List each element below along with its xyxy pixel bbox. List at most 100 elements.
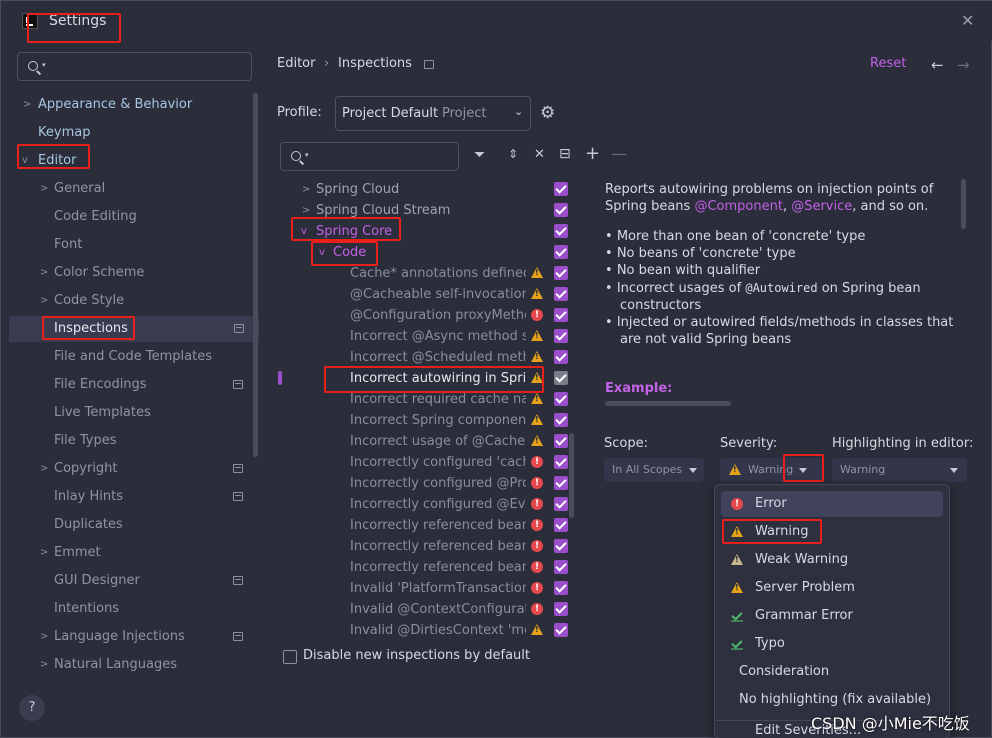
sidebar-item-natural-languages[interactable]: > Natural Languages <box>1 652 251 678</box>
inspection-row[interactable]: @Cacheable self-invocation <box>279 284 579 305</box>
tree-row-checkbox[interactable] <box>554 350 568 364</box>
sidebar-item-file-types[interactable]: File Types <box>1 428 251 454</box>
filter-icon[interactable]: ⏷ <box>474 147 485 163</box>
inspections-search-input[interactable]: ▾ <box>280 142 459 171</box>
inspection-row[interactable]: Incorrectly configured 'cachi! <box>279 452 579 473</box>
inspection-row[interactable]: Incorrect autowiring in Sprin <box>279 368 579 389</box>
sidebar-item-emmet[interactable]: > Emmet <box>1 540 251 566</box>
tree-scrollbar[interactable] <box>569 433 574 518</box>
reset-button[interactable]: Reset <box>870 56 906 71</box>
tree-row-checkbox[interactable] <box>554 413 568 427</box>
back-arrow-icon[interactable]: ← <box>931 56 944 74</box>
tree-row-checkbox[interactable] <box>554 308 568 322</box>
profile-select[interactable]: Project Default Project ⌄ <box>335 96 531 131</box>
tree-row-spring-core[interactable]: v Spring Core <box>279 221 579 242</box>
sidebar-item-code-editing[interactable]: Code Editing <box>1 204 251 230</box>
collapse-all-icon[interactable]: ✕ <box>534 147 545 162</box>
severity-option-grammar-error[interactable]: Grammar Error <box>721 603 943 629</box>
tree-row-spring-cloud[interactable]: > Spring Cloud <box>279 179 579 200</box>
inspection-row[interactable]: @Configuration proxyMetho! <box>279 305 579 326</box>
tree-row-checkbox[interactable] <box>554 245 568 259</box>
tree-row-checkbox[interactable] <box>554 266 568 280</box>
description-scrollbar[interactable] <box>961 179 966 229</box>
tree-row-code[interactable]: v Code <box>279 242 579 263</box>
sidebar-item-inlay-hints[interactable]: Inlay Hints <box>1 484 251 510</box>
inspection-row[interactable]: Incorrectly configured @Eve! <box>279 494 579 515</box>
sidebar-item-file-encodings[interactable]: File Encodings <box>1 372 251 398</box>
tree-row-checkbox[interactable] <box>554 476 568 490</box>
example-scrollbar[interactable] <box>605 401 731 406</box>
reset-to-default-icon[interactable]: ⊟ <box>559 146 571 162</box>
tree-row-checkbox[interactable] <box>554 623 568 637</box>
help-button[interactable]: ? <box>19 695 45 721</box>
tree-row-checkbox[interactable] <box>554 224 568 238</box>
sidebar-item-duplicates[interactable]: Duplicates <box>1 512 251 538</box>
sidebar-item-intentions[interactable]: Intentions <box>1 596 251 622</box>
inspection-row[interactable]: Invalid 'PlatformTransactionM! <box>279 578 579 599</box>
sidebar-item-code-style[interactable]: > Code Style <box>1 288 251 314</box>
sidebar-item-copyright[interactable]: > Copyright <box>1 456 251 482</box>
inspection-row[interactable]: Incorrectly referenced bean! <box>279 515 579 536</box>
severity-option-consideration[interactable]: Consideration <box>721 659 943 685</box>
tree-row-checkbox[interactable] <box>554 182 568 196</box>
tree-row-checkbox[interactable] <box>554 329 568 343</box>
inspection-row[interactable]: Incorrect Spring component <box>279 410 579 431</box>
chevron-right-icon: > <box>302 205 311 216</box>
sidebar-item-appearance[interactable]: > Appearance & Behavior <box>1 92 251 118</box>
sidebar-item-font[interactable]: Font <box>1 232 251 258</box>
severity-option-error[interactable]: ! Error <box>721 491 943 517</box>
sidebar-item-editor[interactable]: v Editor <box>1 148 251 174</box>
add-icon[interactable]: + <box>585 143 600 164</box>
sidebar-item-general[interactable]: > General <box>1 176 251 202</box>
inspection-row[interactable]: Invalid @DirtiesContext 'moc <box>279 620 579 641</box>
sidebar-item-keymap[interactable]: Keymap <box>1 120 251 146</box>
inspection-row[interactable]: Incorrect @Scheduled metho <box>279 347 579 368</box>
forward-arrow-icon[interactable]: → <box>957 56 970 74</box>
sidebar-item-live-templates[interactable]: Live Templates <box>1 400 251 426</box>
inspection-row[interactable]: Incorrect required cache nar <box>279 389 579 410</box>
inspection-row[interactable]: Incorrectly referenced bean! <box>279 536 579 557</box>
tree-row-checkbox[interactable] <box>554 602 568 616</box>
inspection-row[interactable]: Incorrectly configured @Prot! <box>279 473 579 494</box>
close-icon[interactable]: ✕ <box>961 11 974 30</box>
scope-select[interactable]: In All Scopes <box>604 458 704 482</box>
tree-row-checkbox[interactable] <box>554 455 568 469</box>
tree-row-checkbox[interactable] <box>554 203 568 217</box>
service-link[interactable]: @Service <box>791 199 852 214</box>
tree-row-checkbox[interactable] <box>554 497 568 511</box>
tree-row-checkbox[interactable] <box>554 287 568 301</box>
severity-select[interactable]: Warning <box>720 458 822 482</box>
severity-option-typo[interactable]: Typo <box>721 631 943 657</box>
sidebar-item-color-scheme[interactable]: > Color Scheme <box>1 260 251 286</box>
inspection-row[interactable]: Incorrectly referenced bean! <box>279 557 579 578</box>
remove-icon[interactable]: — <box>611 144 627 163</box>
inspection-row[interactable]: Invalid @ContextConfiguratic! <box>279 599 579 620</box>
breadcrumb-editor[interactable]: Editor <box>277 56 315 71</box>
severity-option-weak-warning[interactable]: Weak Warning <box>721 547 943 573</box>
tree-row-checkbox[interactable] <box>554 392 568 406</box>
sidebar-item-language-injections[interactable]: > Language Injections <box>1 624 251 650</box>
tree-row-checkbox[interactable] <box>554 539 568 553</box>
inspection-row[interactable]: Incorrect usage of @CacheP <box>279 431 579 452</box>
inspection-row[interactable]: Incorrect @Async method si <box>279 326 579 347</box>
tree-row-checkbox[interactable] <box>554 518 568 532</box>
severity-option-server-problem[interactable]: Server Problem <box>721 575 943 601</box>
tree-row-checkbox[interactable] <box>554 434 568 448</box>
sidebar-item-file-code-templates[interactable]: File and Code Templates <box>1 344 251 370</box>
settings-search-input[interactable]: ▾ <box>17 52 252 81</box>
chevron-right-icon: > <box>40 659 49 670</box>
tree-row-checkbox[interactable] <box>554 560 568 574</box>
tree-row-checkbox[interactable] <box>554 371 568 385</box>
gear-icon[interactable]: ⚙ <box>540 103 555 123</box>
severity-option-warning[interactable]: Warning <box>721 519 943 545</box>
highlighting-select[interactable]: Warning <box>832 458 967 482</box>
disable-new-inspections-checkbox[interactable] <box>283 650 297 664</box>
sidebar-item-inspections[interactable]: Inspections <box>9 316 259 342</box>
tree-row-checkbox[interactable] <box>554 581 568 595</box>
component-link[interactable]: @Component <box>694 199 782 214</box>
sidebar-item-gui-designer[interactable]: GUI Designer <box>1 568 251 594</box>
sidebar-scrollbar[interactable] <box>253 93 258 457</box>
expand-all-icon[interactable]: ⇕ <box>508 147 518 161</box>
tree-row-spring-cloud-stream[interactable]: > Spring Cloud Stream <box>279 200 579 221</box>
inspection-row[interactable]: Cache* annotations defined <box>279 263 579 284</box>
